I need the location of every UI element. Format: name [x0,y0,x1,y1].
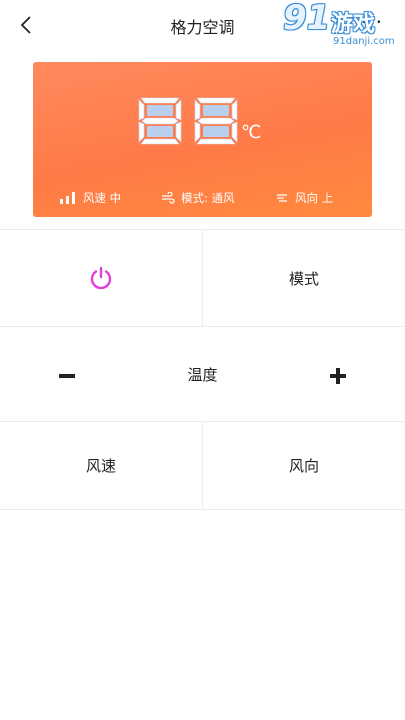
temperature-unit: ℃ [241,122,262,143]
temperature-label-cell: 温度 [140,327,265,421]
temperature-digits [138,97,238,145]
direction-status: 风向 上 [275,190,333,206]
fan-speed-status: 风速 中 [59,190,121,206]
swing-icon [277,194,287,202]
mode-button-label: 模式 [288,269,319,288]
mode-button[interactable]: 模式 [203,230,405,326]
watermark-number: 91 [283,0,331,38]
temp-increase-button[interactable] [327,365,349,387]
direction-text: 风向 上 [295,191,334,205]
mode-status: 模式: 通风 [161,190,235,206]
temp-decrease-button[interactable] [56,365,78,387]
fan-speed-button-label: 风速 [85,457,116,475]
direction-button-label: 风向 [288,457,319,475]
status-bar: 风速 中 模式: 通风 风向 上 [33,190,372,208]
watermark-logo: 91 游戏 91danji.com [281,0,403,52]
divider [0,509,405,510]
fan-speed-text: 风速 中 [83,191,122,205]
plus-icon [330,368,346,384]
watermark-text: 游戏 [331,12,376,37]
signal-bars-icon [60,192,75,204]
direction-button[interactable]: 风向 [203,422,405,509]
fan-speed-button[interactable]: 风速 [0,422,202,509]
temperature-label: 温度 [187,365,218,384]
power-button[interactable] [0,230,202,326]
minus-icon [59,374,75,378]
wind-icon [162,192,175,204]
app-header: 格力空调 ··· 91 游戏 91danji.com [0,0,405,50]
power-icon [90,266,112,290]
mode-text: 模式: 通风 [181,191,235,205]
ac-display-panel: ℃ 风速 中 模式: 通风 风向 上 [33,62,372,217]
watermark-url: 91danji.com [333,36,395,47]
